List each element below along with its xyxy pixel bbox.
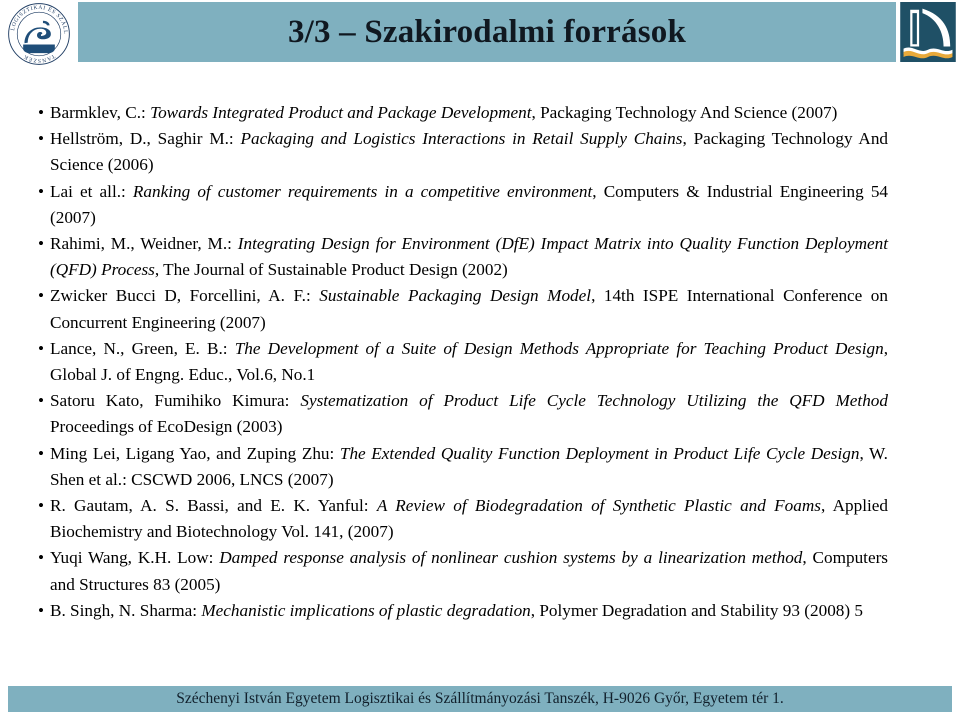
slide-root: { "header": { "title": "3/3 – Szakirodal… bbox=[0, 0, 960, 716]
reference-text: Barmklev, C.: Towards Integrated Product… bbox=[50, 103, 838, 122]
bullet-icon: • bbox=[38, 129, 45, 149]
reference-list: • Barmklev, C.: Towards Integrated Produc… bbox=[36, 100, 888, 624]
reference-item: • Zwicker Bucci D, Forcellini, A. F.: Sus… bbox=[36, 283, 888, 335]
reference-text: Satoru Kato, Fumihiko Kimura: Systematiz… bbox=[50, 391, 888, 437]
reference-item: • Satoru Kato, Fumihiko Kimura: Systemati… bbox=[36, 388, 888, 440]
reference-text: Lance, N., Green, E. B.: The Development… bbox=[50, 338, 888, 385]
reference-text: Ming Lei, Ligang Yao, and Zuping Zhu: Th… bbox=[50, 443, 888, 489]
bullet-icon: • bbox=[38, 600, 45, 620]
reference-item: • B. Singh, N. Sharma: Mechanistic implic… bbox=[36, 598, 888, 624]
reference-text: R. Gautam, A. S. Bassi, and E. K. Yanful… bbox=[50, 496, 888, 542]
department-seal-logo: LOGISZTIKAI ÉS SZÁLLÍTMÁNYOZÁSI TANSZÉK bbox=[6, 1, 72, 67]
reference-text: Rahimi, M., Weidner, M.: Integrating Des… bbox=[50, 234, 888, 280]
reference-text: B. Singh, N. Sharma: Mechanistic implica… bbox=[50, 600, 864, 620]
reference-item: • Rahimi, M., Weidner, M.: Integrating De… bbox=[36, 231, 888, 283]
reference-item: • Lai et all.: Ranking of customer requir… bbox=[36, 179, 888, 231]
reference-item: • Ming Lei, Ligang Yao, and Zuping Zhu: T… bbox=[36, 441, 888, 493]
slide-header: 3/3 – Szakirodalmi források LOGISZTIKAI … bbox=[0, 0, 960, 66]
reference-item: • Hellström, D., Saghir M.: Packaging and… bbox=[36, 126, 888, 178]
bullet-icon: • bbox=[38, 103, 45, 122]
reference-text: Lai et all.: Ranking of customer require… bbox=[50, 181, 889, 227]
page-title: 3/3 – Szakirodalmi források bbox=[287, 14, 687, 50]
bullet-icon: • bbox=[38, 181, 45, 201]
bullet-icon: • bbox=[38, 548, 45, 568]
reference-item: • Lance, N., Green, E. B.: The Developmen… bbox=[36, 336, 888, 388]
reference-text: Yuqi Wang, K.H. Low: Damped response ana… bbox=[50, 548, 888, 594]
reference-item: • Yuqi Wang, K.H. Low: Damped response an… bbox=[36, 545, 888, 597]
reference-item: • Barmklev, C.: Towards Integrated Produc… bbox=[36, 100, 888, 126]
bullet-icon: • bbox=[38, 391, 45, 411]
bullet-icon: • bbox=[38, 286, 45, 306]
bullet-icon: • bbox=[38, 338, 45, 358]
footer-text: Széchenyi István Egyetem Logisztikai és … bbox=[176, 690, 784, 707]
reference-text: Zwicker Bucci D, Forcellini, A. F.: Sust… bbox=[50, 286, 888, 332]
bullet-icon: • bbox=[38, 234, 45, 254]
reference-text: Hellström, D., Saghir M.: Packaging and … bbox=[50, 129, 889, 175]
reference-item: • R. Gautam, A. S. Bassi, and E. K. Yanfu… bbox=[36, 493, 888, 545]
bullet-icon: • bbox=[38, 496, 45, 516]
university-sail-logo bbox=[900, 2, 956, 62]
bullet-icon: • bbox=[38, 443, 45, 463]
